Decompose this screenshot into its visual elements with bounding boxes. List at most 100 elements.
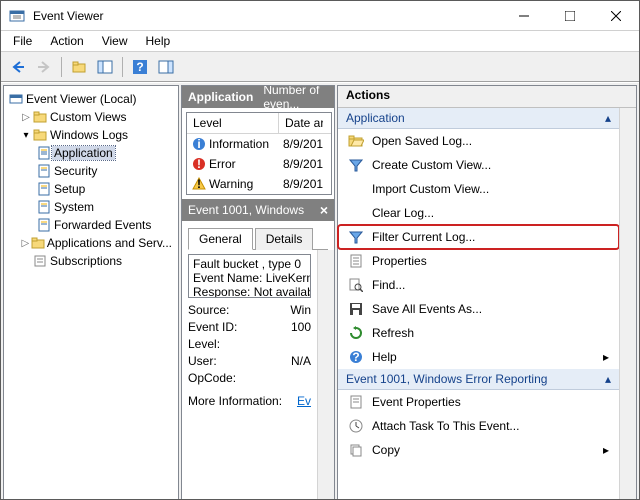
kv-user-k: User: [188,353,250,370]
actions-group-event[interactable]: Event 1001, Windows Error Reporting ▴ [338,369,619,390]
tab-details[interactable]: Details [255,228,314,250]
event-grid: Level Date ar i Information 8/9/201 ! Er… [186,112,332,195]
log-icon [36,218,52,232]
action-open-saved-log[interactable]: Open Saved Log... [338,129,619,153]
tree-system[interactable]: System [6,198,176,216]
action-import-custom-view[interactable]: Import Custom View... [338,177,619,201]
toolbar: ? [1,52,639,82]
show-hide-tree-button[interactable] [94,56,116,78]
svg-text:?: ? [136,60,143,74]
action-label: Event Properties [372,395,461,409]
minimize-button[interactable] [501,1,547,31]
grid-header: Level Date ar [187,113,331,134]
funnel-icon [348,158,364,172]
event-viewer-icon [8,92,24,106]
forward-button[interactable] [33,56,55,78]
col-date[interactable]: Date ar [279,113,323,133]
collapse-icon[interactable]: ▾ [20,130,32,141]
tree-apps-services[interactable]: ▷ Applications and Serv... [6,234,176,252]
action-label: Filter Current Log... [372,230,475,244]
open-folder-icon [348,134,364,148]
tree-root[interactable]: Event Viewer (Local) [6,90,176,108]
detail-title: Event 1001, Windows [188,203,304,217]
action-properties[interactable]: Properties [338,249,619,273]
find-icon [348,278,364,292]
tab-general[interactable]: General [188,228,253,250]
log-icon [36,200,52,214]
actions-scrollbar[interactable] [619,108,636,499]
log-title: Application [188,90,253,104]
up-folder-button[interactable] [68,56,90,78]
menu-view[interactable]: View [94,32,136,50]
action-find[interactable]: Find... [338,273,619,297]
tree-setup[interactable]: Setup [6,180,176,198]
tree-forwarded[interactable]: Forwarded Events [6,216,176,234]
tree-security[interactable]: Security [6,162,176,180]
funnel-icon [348,230,364,244]
grid-row[interactable]: ! Error 8/9/201 [187,154,331,174]
expand-icon[interactable]: ▷ [20,238,31,249]
tree-root-label: Event Viewer (Local) [24,92,139,106]
maximize-button[interactable] [547,1,593,31]
action-label: Help [372,350,397,364]
action-create-custom-view[interactable]: Create Custom View... [338,153,619,177]
submenu-arrow-icon: ▸ [603,350,609,364]
detail-scrollbar[interactable] [317,250,334,499]
tree-custom-views[interactable]: ▷ Custom Views [6,108,176,126]
help-icon: ? [348,350,364,364]
action-clear-log[interactable]: Clear Log... [338,201,619,225]
kv-more-k: More Information: [188,393,292,410]
close-detail-button[interactable]: × [320,202,328,218]
detail-body: Fault bucket , type 0 Event Name: LiveKe… [188,254,311,496]
kv-source-k: Source: [188,302,250,319]
action-filter-current-log[interactable]: Filter Current Log... [338,225,619,249]
log-count: Number of even... [263,86,328,108]
menu-bar: File Action View Help [1,31,639,52]
tree-windows-logs[interactable]: ▾ Windows Logs [6,126,176,144]
svg-text:i: i [197,137,200,151]
tree-security-label: Security [52,164,99,178]
action-label: Create Custom View... [372,158,491,172]
action-attach-task[interactable]: Attach Task To This Event... [338,414,619,438]
console-tree: Event Viewer (Local) ▷ Custom Views ▾ Wi… [3,85,179,499]
grid-row[interactable]: i Information 8/9/201 [187,134,331,154]
log-icon [36,182,52,196]
col-level[interactable]: Level [187,113,279,133]
action-help[interactable]: ? Help ▸ [338,345,619,369]
tree-subscriptions[interactable]: Subscriptions [6,252,176,270]
menu-help[interactable]: Help [138,32,179,50]
show-hide-action-button[interactable] [155,56,177,78]
actions-group-application[interactable]: Application ▴ [338,108,619,129]
folder-icon [32,111,48,123]
collapse-icon[interactable]: ▴ [605,372,611,386]
action-save-all-events[interactable]: Save All Events As... [338,297,619,321]
help-button[interactable]: ? [129,56,151,78]
action-event-properties[interactable]: Event Properties [338,390,619,414]
action-label: Properties [372,254,427,268]
collapse-icon[interactable]: ▴ [605,111,611,125]
tree-application[interactable]: Application [6,144,176,162]
detail-line: Response: Not availabl [193,285,306,298]
grid-row[interactable]: ! Warning 8/9/201 [187,174,331,194]
action-label: Save All Events As... [372,302,482,316]
close-button[interactable] [593,1,639,31]
submenu-arrow-icon: ▸ [603,443,609,457]
warning-icon: ! [191,177,207,191]
menu-action[interactable]: Action [42,32,91,50]
expand-icon[interactable]: ▷ [20,112,32,123]
actions-title: Actions [338,86,636,108]
error-icon: ! [191,157,207,171]
action-refresh[interactable]: Refresh [338,321,619,345]
action-copy[interactable]: Copy ▸ [338,438,619,462]
kv-user-v: N/A [250,353,311,370]
action-label: Open Saved Log... [372,134,472,148]
actions-pane: Actions Application ▴ Open Saved Log... … [337,85,637,499]
tree-system-label: System [52,200,96,214]
app-icon [9,8,25,24]
menu-file[interactable]: File [5,32,40,50]
kv-opcode-v [250,370,311,387]
main-body: Event Viewer (Local) ▷ Custom Views ▾ Wi… [1,82,639,499]
action-label: Clear Log... [372,206,434,220]
back-button[interactable] [7,56,29,78]
kv-more-v[interactable]: Ev [292,393,311,410]
